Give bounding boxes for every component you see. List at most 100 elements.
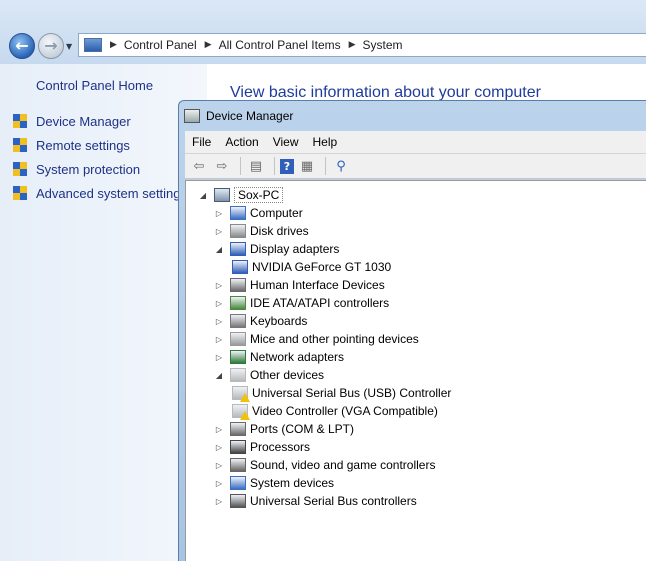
properties-icon[interactable]: ▤: [246, 157, 266, 175]
tree-category[interactable]: ▷ Computer: [214, 204, 303, 222]
disk-drive-icon: [230, 224, 246, 238]
back-icon[interactable]: ⇦: [189, 157, 209, 175]
menu-view[interactable]: View: [266, 135, 306, 149]
computer-icon: [230, 476, 246, 490]
port-icon: [230, 422, 246, 436]
tree-item-label: Mice and other pointing devices: [250, 332, 419, 346]
tree-root-label: Sox-PC: [234, 187, 284, 203]
tree-item-label: Video Controller (VGA Compatible): [252, 404, 438, 418]
collapse-arrow-icon[interactable]: ◢: [214, 245, 224, 254]
menu-bar: File Action View Help: [185, 131, 646, 153]
advanced-system-settings-link-label: Advanced system settings: [36, 186, 188, 201]
tree-category[interactable]: ◢ Other devices: [214, 366, 324, 384]
device-manager-link[interactable]: Device Manager: [12, 113, 131, 130]
tree-category[interactable]: ▷ Disk drives: [214, 222, 309, 240]
scan-hardware-icon[interactable]: ⚲: [331, 157, 351, 175]
expand-arrow-icon[interactable]: ▷: [214, 335, 224, 344]
tree-item-label: Universal Serial Bus controllers: [250, 494, 417, 508]
shield-icon: [12, 137, 28, 154]
tree-root[interactable]: ◢ Sox-PC: [198, 186, 284, 204]
tree-child-item[interactable]: Universal Serial Bus (USB) Controller: [232, 384, 451, 402]
tree-item-label: IDE ATA/ATAPI controllers: [250, 296, 390, 310]
tree-category[interactable]: ▷ IDE ATA/ATAPI controllers: [214, 294, 389, 312]
unknown-device-icon: [232, 404, 250, 420]
back-button[interactable]: ←: [9, 33, 35, 59]
processor-icon: [230, 440, 246, 454]
tree-category[interactable]: ▷ Ports (COM & LPT): [214, 420, 354, 438]
recent-pages-dropdown-icon[interactable]: ▼: [66, 42, 72, 51]
tree-category[interactable]: ▷ Universal Serial Bus controllers: [214, 492, 417, 510]
address-bar[interactable]: ▶ Control Panel ▶ All Control Panel Item…: [78, 33, 646, 57]
device-manager-link-label: Device Manager: [36, 114, 131, 129]
toolbar-divider: [274, 157, 275, 175]
warning-icon: [240, 411, 250, 420]
tree-category[interactable]: ▷ System devices: [214, 474, 334, 492]
tree-item-label: Ports (COM & LPT): [250, 422, 355, 436]
window-titlebar[interactable]: Device Manager: [179, 101, 646, 131]
expand-arrow-icon[interactable]: ▷: [214, 479, 224, 488]
device-manager-window: Device Manager File Action View Help ⇦ ⇨…: [178, 100, 646, 561]
speaker-icon: [230, 458, 246, 472]
tree-child-item[interactable]: Video Controller (VGA Compatible): [232, 402, 438, 420]
expand-arrow-icon[interactable]: ▷: [214, 209, 224, 218]
menu-help[interactable]: Help: [306, 135, 345, 149]
warning-icon: [240, 393, 250, 402]
breadcrumb-control-panel[interactable]: Control Panel: [124, 38, 197, 52]
tree-item-label: NVIDIA GeForce GT 1030: [252, 260, 392, 274]
ide-controller-icon: [230, 296, 246, 310]
expand-arrow-icon[interactable]: ▷: [214, 317, 224, 326]
collapse-arrow-icon[interactable]: ◢: [198, 191, 208, 200]
expand-arrow-icon[interactable]: ▷: [214, 299, 224, 308]
tree-category[interactable]: ▷ Mice and other pointing devices: [214, 330, 419, 348]
help-icon[interactable]: ?: [280, 158, 294, 174]
device-manager-icon: [184, 109, 200, 123]
menu-file[interactable]: File: [185, 135, 218, 149]
tree-item-label: Network adapters: [250, 350, 345, 364]
expand-arrow-icon[interactable]: ▷: [214, 353, 224, 362]
tree-item-label: Computer: [250, 206, 303, 220]
expand-arrow-icon[interactable]: ▷: [214, 461, 224, 470]
tree-category[interactable]: ▷ Processors: [214, 438, 310, 456]
tree-item-label: Human Interface Devices: [250, 278, 385, 292]
breadcrumb-system[interactable]: System: [363, 38, 403, 52]
tree-item-label: Universal Serial Bus (USB) Controller: [252, 386, 452, 400]
expand-arrow-icon[interactable]: ▷: [214, 443, 224, 452]
forward-button[interactable]: →: [38, 33, 64, 59]
forward-icon[interactable]: ⇨: [212, 157, 232, 175]
window-title: Device Manager: [206, 109, 294, 123]
tree-item-label: Keyboards: [250, 314, 308, 328]
monitor-icon: [232, 260, 248, 274]
breadcrumb-all-items[interactable]: All Control Panel Items: [219, 38, 341, 52]
device-tree: ◢ Sox-PC ▷ Computer ▷ Disk drives ◢ Display ada…: [185, 180, 646, 561]
toolbar-divider: [325, 157, 326, 175]
tree-category[interactable]: ▷ Sound, video and game controllers: [214, 456, 435, 474]
tree-item-label: Display adapters: [250, 242, 340, 256]
explorer-toolbar: ← → ▼ ▶ Control Panel ▶ All Control Pane…: [0, 0, 646, 64]
remote-settings-link-label: Remote settings: [36, 138, 130, 153]
monitor-icon: [230, 242, 246, 256]
expand-arrow-icon[interactable]: ▷: [214, 227, 224, 236]
collapse-arrow-icon[interactable]: ◢: [214, 371, 224, 380]
chevron-right-icon[interactable]: ▶: [205, 40, 212, 50]
tree-item-label: System devices: [250, 476, 335, 490]
chevron-right-icon[interactable]: ▶: [110, 40, 117, 50]
expand-arrow-icon[interactable]: ▷: [214, 281, 224, 290]
shield-icon: [12, 185, 28, 202]
tree-category[interactable]: ◢ Display adapters: [214, 240, 339, 258]
hid-icon: [230, 278, 246, 292]
tree-category[interactable]: ▷ Network adapters: [214, 348, 344, 366]
remote-settings-link[interactable]: Remote settings: [12, 137, 130, 154]
chevron-right-icon[interactable]: ▶: [349, 40, 356, 50]
advanced-system-settings-link[interactable]: Advanced system settings: [12, 185, 187, 202]
tree-category[interactable]: ▷ Human Interface Devices: [214, 276, 385, 294]
expand-arrow-icon[interactable]: ▷: [214, 425, 224, 434]
tree-child-item[interactable]: NVIDIA GeForce GT 1030: [232, 258, 391, 276]
tree-category[interactable]: ▷ Keyboards: [214, 312, 307, 330]
toolbar: ⇦ ⇨ ▤ ? ▦ ⚲: [185, 153, 646, 179]
control-panel-home-link[interactable]: Control Panel Home: [36, 78, 153, 93]
system-protection-link[interactable]: System protection: [12, 161, 140, 178]
tree-item-label: Processors: [250, 440, 311, 454]
expand-arrow-icon[interactable]: ▷: [214, 497, 224, 506]
console-tree-icon[interactable]: ▦: [297, 157, 317, 175]
menu-action[interactable]: Action: [218, 135, 265, 149]
